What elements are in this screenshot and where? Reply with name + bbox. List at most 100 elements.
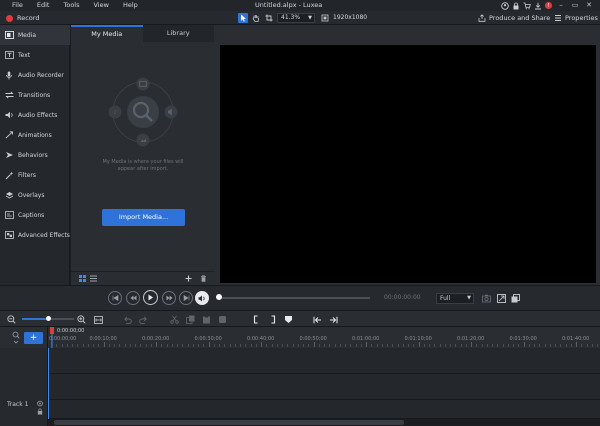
cut-icon[interactable]: [169, 314, 180, 325]
ruler-minor-tick: [497, 344, 499, 347]
paste-icon[interactable]: [201, 314, 212, 325]
menu-file[interactable]: File: [0, 0, 30, 11]
camera-icon[interactable]: [482, 294, 491, 303]
zoom-select[interactable]: 41.3% ▼: [277, 13, 315, 23]
svg-text:!: !: [547, 3, 549, 9]
ruler-minor-tick: [250, 344, 252, 347]
window-title: Untitled.alpx - Luxea: [255, 1, 323, 9]
go-to-start-icon[interactable]: [312, 314, 323, 325]
trash-icon[interactable]: [200, 275, 207, 282]
cart-icon[interactable]: [521, 0, 532, 11]
preview-fit-select[interactable]: Full ▼: [436, 293, 474, 304]
detach-preview-icon[interactable]: [497, 294, 506, 303]
sidebar-item-filters[interactable]: Filters: [0, 165, 70, 185]
track-row-1[interactable]: [48, 400, 600, 419]
volume-icon[interactable]: [195, 291, 209, 305]
sidebar-item-advanced-effects[interactable]: Advanced Effects: [0, 225, 70, 245]
tab-library[interactable]: Library: [143, 25, 215, 42]
ruler-minor-tick: [345, 344, 346, 347]
lock-icon[interactable]: [510, 0, 521, 11]
timeline-zoom-handle[interactable]: [46, 316, 51, 321]
canvas-resolution[interactable]: 1920x1080: [333, 13, 367, 23]
canvas-size-icon[interactable]: [320, 13, 330, 23]
split-icon[interactable]: [217, 314, 228, 325]
sidebar-item-text[interactable]: Text: [0, 45, 70, 65]
ruler-minor-tick: [56, 344, 58, 347]
track-magnifier-icon[interactable]: [12, 331, 20, 345]
rewind-icon[interactable]: [126, 291, 140, 305]
properties-button[interactable]: Properties: [554, 13, 598, 23]
playhead-time-label: 0:00:00;00: [57, 328, 85, 334]
menu-edit[interactable]: Edit: [30, 0, 57, 11]
track-lock-icon[interactable]: [37, 408, 43, 415]
fit-timeline-icon[interactable]: [93, 314, 104, 325]
add-track-button[interactable]: +: [24, 332, 43, 344]
ruler-major-tick: [208, 342, 210, 347]
mark-in-icon[interactable]: [251, 314, 262, 325]
preview-canvas[interactable]: [220, 45, 596, 283]
step-forward-icon[interactable]: [179, 291, 193, 305]
step-back-icon[interactable]: [108, 291, 122, 305]
ruler-tick-label: 0:00:10;00: [89, 336, 117, 342]
track-row-empty[interactable]: [48, 374, 600, 400]
sidebar-item-transitions[interactable]: Transitions: [0, 85, 70, 105]
tab-my-media[interactable]: My Media: [71, 25, 143, 42]
go-to-end-icon[interactable]: [328, 314, 339, 325]
zoom-in-icon[interactable]: [76, 314, 87, 325]
mark-out-icon[interactable]: [267, 314, 278, 325]
sidebar-item-audio-effects[interactable]: Audio Effects: [0, 105, 70, 125]
ruler-minor-tick: [597, 344, 598, 347]
sidebar-item-media[interactable]: Media: [0, 25, 70, 45]
menu-view[interactable]: View: [87, 0, 116, 11]
sidebar-item-animations[interactable]: Animations: [0, 125, 70, 145]
add-marker-icon[interactable]: [283, 314, 294, 325]
minimize-icon[interactable]: –: [554, 0, 568, 11]
maximize-icon[interactable]: ▭: [568, 0, 582, 11]
add-icon[interactable]: [185, 275, 192, 282]
fast-forward-icon[interactable]: [162, 291, 176, 305]
overlays-icon: [4, 190, 14, 200]
ruler-tick-label: 0:00:40;00: [247, 336, 275, 342]
audio-effects-icon: [4, 110, 14, 120]
crop-tool-icon[interactable]: [264, 13, 274, 23]
record-button[interactable]: Record: [6, 13, 39, 23]
fullscreen-icon[interactable]: [511, 294, 520, 303]
sidebar-item-audio-recorder[interactable]: Audio Recorder: [0, 65, 70, 85]
sidebar-item-behaviors[interactable]: Behaviors: [0, 145, 70, 165]
pointer-tool-icon[interactable]: [238, 13, 248, 23]
media-panel: My Media Library ♪ My Media is where you…: [71, 25, 214, 285]
thumbnail-view-icon[interactable]: [79, 275, 86, 282]
hand-tool-icon[interactable]: [251, 13, 261, 23]
import-media-button[interactable]: Import Media...: [102, 209, 185, 226]
menu-tools[interactable]: Tools: [56, 0, 86, 11]
redo-icon[interactable]: [138, 314, 149, 325]
undo-icon[interactable]: [122, 314, 133, 325]
ruler-minor-tick: [276, 344, 278, 347]
share-icon: [478, 14, 486, 22]
sidebar-item-overlays[interactable]: Overlays: [0, 185, 70, 205]
account-icon[interactable]: [499, 0, 510, 11]
scrollbar-thumb[interactable]: [54, 420, 404, 425]
timeline-ruler[interactable]: 0:00:00;00 0:00:00;00 0:00:10;00 0:00:20;0…: [48, 327, 600, 348]
seek-bar[interactable]: [218, 297, 370, 299]
produce-share-button[interactable]: Produce and Share: [478, 13, 550, 23]
ruler-minor-tick: [171, 344, 173, 347]
notification-icon[interactable]: !: [543, 0, 554, 11]
download-icon[interactable]: [532, 0, 543, 11]
ruler-minor-tick: [565, 344, 567, 347]
close-icon[interactable]: ✕: [582, 0, 596, 11]
sidebar-item-captions[interactable]: Captions: [0, 205, 70, 225]
play-icon[interactable]: [143, 290, 158, 305]
track-visibility-icon[interactable]: [37, 400, 43, 407]
ruler-minor-tick: [387, 344, 388, 347]
copy-icon[interactable]: [185, 314, 196, 325]
ruler-minor-tick: [439, 344, 441, 347]
timecode: 00:00:00:00: [384, 293, 421, 303]
seek-handle[interactable]: [216, 294, 222, 300]
timeline-horizontal-scrollbar[interactable]: [48, 419, 600, 426]
list-view-icon[interactable]: [90, 275, 97, 282]
track-row-empty[interactable]: [48, 348, 600, 374]
sidebar: Media Text Audio Recorder Transitions Au…: [0, 25, 70, 285]
menu-help[interactable]: Help: [116, 0, 145, 11]
zoom-out-icon[interactable]: [6, 314, 17, 325]
